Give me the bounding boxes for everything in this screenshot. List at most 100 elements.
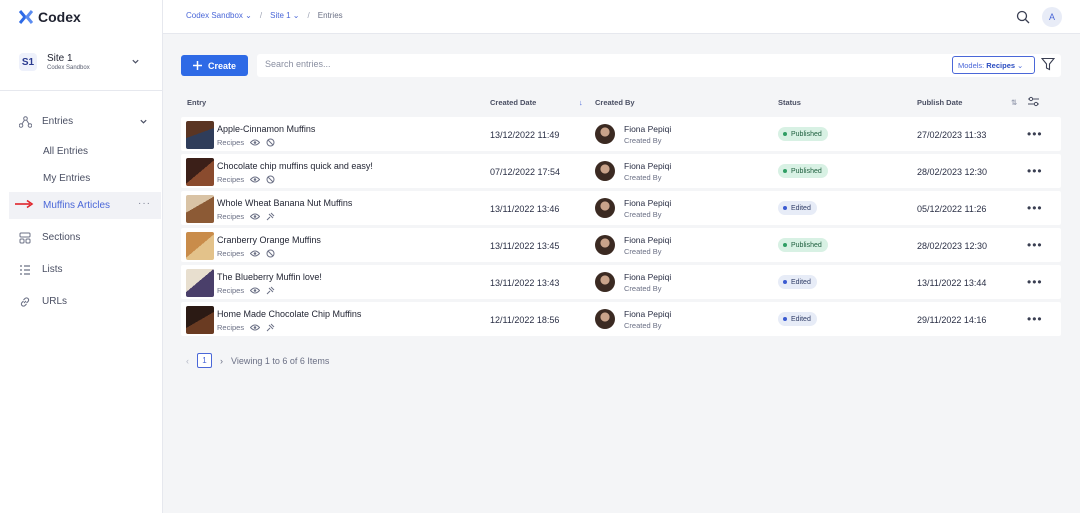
more-icon[interactable]: ••• xyxy=(1027,127,1043,141)
column-header-created-date[interactable]: Created Date xyxy=(490,98,536,107)
sidebar-item-entries[interactable]: Entries xyxy=(0,108,162,135)
entry-thumbnail xyxy=(186,121,214,149)
more-icon[interactable]: ••• xyxy=(1027,164,1043,178)
more-icon[interactable]: ••• xyxy=(1027,201,1043,215)
top-bar: Codex Sandbox ⌄ / Site 1 ⌄ / Entries A xyxy=(163,0,1080,34)
eye-icon[interactable] xyxy=(250,139,261,146)
settings-sliders-icon[interactable] xyxy=(1027,96,1040,107)
page-number[interactable]: 1 xyxy=(197,353,212,368)
column-header-publish-date[interactable]: Publish Date xyxy=(917,98,962,107)
chevron-down-icon xyxy=(140,119,147,124)
status-dot xyxy=(783,280,787,284)
filter-icon[interactable] xyxy=(1041,57,1055,71)
site-subtitle: Codex Sandbox xyxy=(47,65,90,71)
chevron-down-icon xyxy=(132,59,139,64)
table-row[interactable]: Cranberry Orange Muffins Recipes 13/11/2… xyxy=(181,228,1061,262)
status-dot xyxy=(783,169,787,173)
status-badge: Edited xyxy=(778,201,817,215)
entry-thumbnail xyxy=(186,306,214,334)
chevron-left-icon[interactable]: ‹ xyxy=(186,356,189,366)
more-icon[interactable]: ••• xyxy=(1027,238,1043,252)
sidebar-item-urls[interactable]: URLs xyxy=(0,288,162,315)
created-by-name: Fiona Pepiqi xyxy=(624,198,672,208)
sidebar-item-label: Entries xyxy=(42,116,74,127)
search-input[interactable] xyxy=(265,59,865,69)
table-header: Entry Created Date ↓ Created By Status P… xyxy=(181,87,1061,117)
sidebar-item-sections[interactable]: Sections xyxy=(0,224,162,251)
publish-icon[interactable] xyxy=(266,212,275,221)
entry-title[interactable]: Cranberry Orange Muffins xyxy=(217,235,321,245)
lists-icon xyxy=(18,263,32,277)
sidebar-item-muffins-articles[interactable]: Muffins Articles ··· xyxy=(9,192,161,219)
sort-icon[interactable]: ⇅ xyxy=(1011,98,1017,107)
breadcrumb: Codex Sandbox ⌄ / Site 1 ⌄ / Entries xyxy=(186,11,343,20)
table-row[interactable]: Home Made Chocolate Chip Muffins Recipes… xyxy=(181,302,1061,336)
models-select[interactable]: Models: Recipes ⌄ xyxy=(952,56,1035,74)
site-name: Site 1 xyxy=(47,53,73,64)
publish-date: 28/02/2023 12:30 xyxy=(917,167,988,177)
created-date: 07/12/2022 17:54 xyxy=(490,167,561,177)
breadcrumb-site[interactable]: Site 1 ⌄ xyxy=(270,11,299,20)
sidebar-item-all-entries[interactable]: All Entries xyxy=(0,138,162,165)
entry-thumbnail xyxy=(186,269,214,297)
sort-desc-icon[interactable]: ↓ xyxy=(579,98,583,107)
plus-icon xyxy=(192,61,202,70)
unpublish-icon[interactable] xyxy=(266,138,275,147)
entry-thumbnail xyxy=(186,158,214,186)
publish-icon[interactable] xyxy=(266,323,275,332)
sections-icon xyxy=(18,231,32,245)
sidebar-nav: Entries All Entries My Entries Muffins A… xyxy=(0,108,162,315)
create-button[interactable]: Create xyxy=(181,55,248,76)
avatar xyxy=(595,272,615,292)
sidebar-item-my-entries[interactable]: My Entries xyxy=(0,165,162,192)
status-dot xyxy=(783,243,787,247)
publish-icon[interactable] xyxy=(266,286,275,295)
column-header-status[interactable]: Status xyxy=(778,98,801,107)
entry-title[interactable]: Home Made Chocolate Chip Muffins xyxy=(217,309,361,319)
status-badge: Edited xyxy=(778,275,817,289)
eye-icon[interactable] xyxy=(250,324,261,331)
more-icon[interactable]: ··· xyxy=(138,198,151,209)
created-date: 13/11/2022 13:46 xyxy=(490,204,560,214)
breadcrumb-codex-sandbox[interactable]: Codex Sandbox ⌄ xyxy=(186,11,252,20)
more-icon[interactable]: ••• xyxy=(1027,275,1043,289)
table-row[interactable]: Apple-Cinnamon Muffins Recipes 13/12/202… xyxy=(181,117,1061,151)
unpublish-icon[interactable] xyxy=(266,175,275,184)
table-row[interactable]: Chocolate chip muffins quick and easy! R… xyxy=(181,154,1061,188)
eye-icon[interactable] xyxy=(250,176,261,183)
eye-icon[interactable] xyxy=(250,287,261,294)
entry-title[interactable]: Whole Wheat Banana Nut Muffins xyxy=(217,198,352,208)
publish-date: 13/11/2022 13:44 xyxy=(917,278,987,288)
entry-title[interactable]: The Blueberry Muffin love! xyxy=(217,272,322,282)
pagination: ‹ 1 › Viewing 1 to 6 of 6 Items xyxy=(186,353,329,368)
table-row[interactable]: Whole Wheat Banana Nut Muffins Recipes 1… xyxy=(181,191,1061,225)
table-row[interactable]: The Blueberry Muffin love! Recipes 13/11… xyxy=(181,265,1061,299)
eye-icon[interactable] xyxy=(250,250,261,257)
status-dot xyxy=(783,206,787,210)
unpublish-icon[interactable] xyxy=(266,249,275,258)
app-name: Codex xyxy=(38,9,81,25)
site-badge: S1 xyxy=(19,53,37,71)
search-icon[interactable] xyxy=(1016,10,1030,24)
entry-model: Recipes xyxy=(217,138,275,147)
avatar xyxy=(595,198,615,218)
site-switcher[interactable]: S1 Site 1 Codex Sandbox xyxy=(0,44,162,80)
user-avatar[interactable]: A xyxy=(1042,7,1062,27)
created-by-role: Created By xyxy=(624,173,662,182)
entry-thumbnail xyxy=(186,195,214,223)
entry-title[interactable]: Chocolate chip muffins quick and easy! xyxy=(217,161,373,171)
sidebar-item-label: My Entries xyxy=(43,173,91,184)
column-header-created-by[interactable]: Created By xyxy=(595,98,635,107)
sidebar-item-label: Lists xyxy=(42,264,63,275)
entry-model: Recipes xyxy=(217,212,275,221)
status-badge: Published xyxy=(778,127,828,141)
eye-icon[interactable] xyxy=(250,213,261,220)
more-icon[interactable]: ••• xyxy=(1027,312,1043,326)
created-by-role: Created By xyxy=(624,284,662,293)
sidebar-item-label: Sections xyxy=(42,232,81,243)
column-header-entry[interactable]: Entry xyxy=(187,98,206,107)
sidebar-item-lists[interactable]: Lists xyxy=(0,256,162,283)
entry-title[interactable]: Apple-Cinnamon Muffins xyxy=(217,124,315,134)
chevron-right-icon[interactable]: › xyxy=(220,356,223,366)
app-logo[interactable]: Codex xyxy=(0,0,162,34)
